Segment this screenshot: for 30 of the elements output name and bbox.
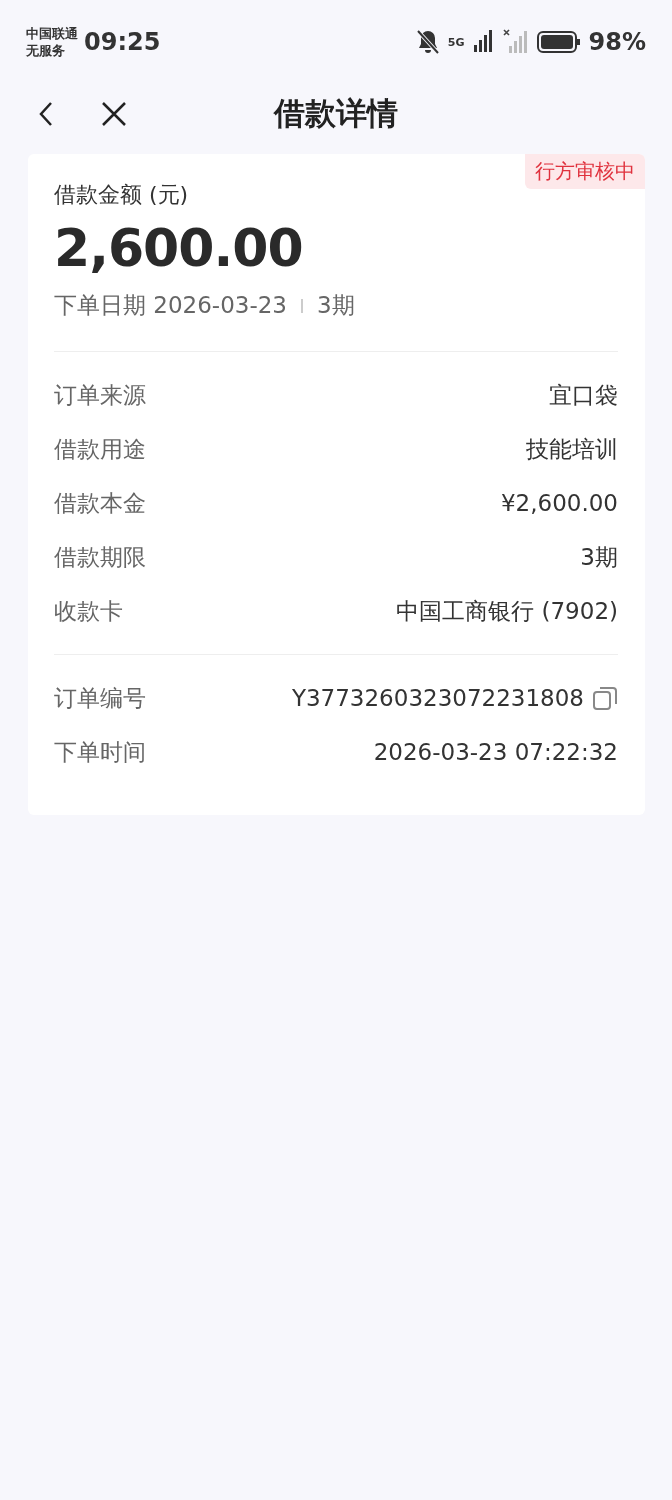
battery-percent: 98% (588, 28, 646, 56)
detail-value: 3期 (580, 542, 618, 572)
detail-label: 订单编号 (54, 683, 146, 713)
detail-value: ¥2,600.00 (500, 490, 618, 516)
copy-icon[interactable] (592, 685, 618, 711)
detail-label: 借款用途 (54, 434, 146, 464)
detail-label: 订单来源 (54, 380, 146, 410)
detail-label: 借款期限 (54, 542, 146, 572)
page-title: 借款详情 (274, 94, 398, 133)
loan-amount: 2,600.00 (54, 218, 304, 278)
status-badge: 行方审核中 (525, 154, 645, 189)
battery-icon (536, 30, 581, 54)
order-date: 下单日期 2026-03-23 (54, 291, 287, 320)
bell-off-icon (415, 29, 440, 55)
signal-icon (472, 30, 495, 54)
detail-label: 下单时间 (54, 737, 146, 767)
loan-term: 3期 (317, 291, 355, 320)
service-status: 无服务 (26, 42, 66, 59)
detail-value: Y3773260323072231808 (291, 685, 584, 711)
detail-value: 宜口袋 (549, 380, 618, 410)
amount-label: 借款金额 (元) (54, 181, 190, 209)
detail-value: 2026-03-23 07:22:32 (373, 739, 618, 765)
detail-value: 中国工商银行 (7902) (396, 596, 618, 626)
status-time: 09:25 (84, 28, 161, 56)
detail-value: 技能培训 (526, 434, 618, 464)
carrier-name: 中国联通 (26, 25, 78, 42)
network-type: 5G (447, 35, 465, 49)
no-signal-icon (502, 29, 529, 55)
detail-label: 收款卡 (54, 596, 123, 626)
detail-label: 借款本金 (54, 488, 146, 518)
